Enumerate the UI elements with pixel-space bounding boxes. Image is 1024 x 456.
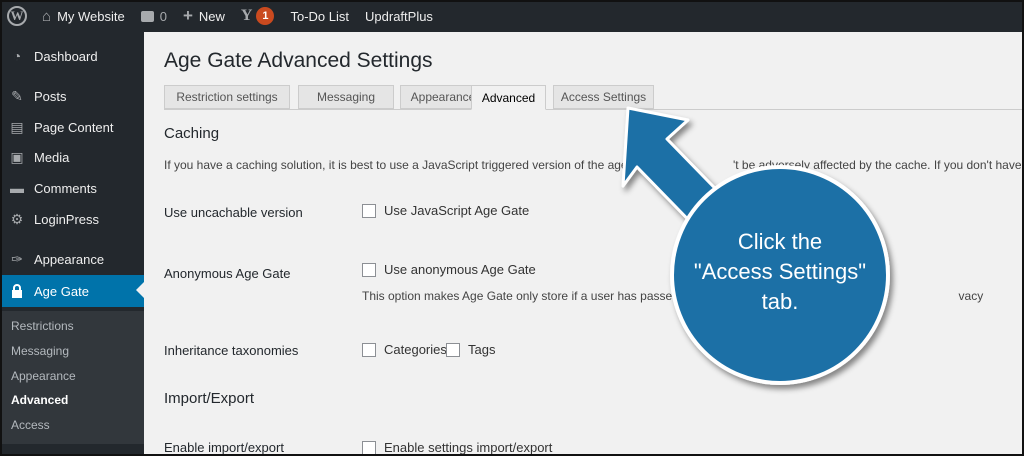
caching-description: If you have a caching solution, it is be…: [164, 158, 1024, 172]
comment-bubble-icon: [140, 10, 154, 22]
categories-option[interactable]: Categories: [362, 342, 447, 357]
anonymous-note-tail: vacy: [958, 289, 984, 303]
submenu-advanced[interactable]: Advanced: [11, 393, 68, 407]
sidebar-item-label: Dashboard: [34, 48, 98, 64]
tab-access-settings[interactable]: Access Settings: [553, 85, 654, 109]
site-name-link[interactable]: ⌂ My Website: [34, 0, 133, 32]
home-icon: ⌂: [42, 7, 52, 25]
callout-line-3: tab.: [761, 289, 799, 314]
page-icon: ▤: [10, 118, 24, 135]
enable-import-export-label: Enable import/export: [164, 440, 284, 455]
submenu-access[interactable]: Access: [11, 418, 50, 432]
taxonomies-label: Inheritance taxonomies: [164, 343, 299, 358]
yoast-menu[interactable]: Y 1: [233, 0, 283, 32]
new-content-link[interactable]: + New: [175, 0, 233, 32]
wordpress-menu[interactable]: W: [0, 0, 34, 32]
uncachable-option[interactable]: Use JavaScript Age Gate: [362, 203, 529, 218]
comments-link[interactable]: 0: [133, 0, 175, 32]
sidebar-item-label: Posts: [34, 88, 67, 104]
dashboard-icon: ◔: [12, 48, 22, 64]
sidebar-item-label: LoginPress: [34, 211, 100, 227]
brush-icon: ✑: [11, 250, 23, 267]
enable-import-export-option[interactable]: Enable settings import/export: [362, 440, 552, 455]
updraftplus-link[interactable]: UpdraftPlus: [357, 0, 441, 32]
sidebar-item-label: Age Gate: [34, 283, 89, 299]
admin-sidebar: ◔ Dashboard ✎ Posts ▤ Page Content ▣ Med…: [0, 32, 144, 456]
tab-advanced[interactable]: Advanced: [471, 85, 546, 110]
comment-icon: ▬: [10, 180, 24, 196]
sidebar-item-media[interactable]: ▣ Media: [0, 142, 144, 172]
enable-import-export-option-label: Enable settings import/export: [384, 440, 553, 455]
todo-label: To-Do List: [290, 8, 350, 24]
uncachable-checkbox[interactable]: [362, 203, 376, 218]
site-name: My Website: [57, 8, 125, 24]
categories-option-label: Categories: [384, 342, 447, 357]
callout-text: Click the "Access Settings" tab.: [672, 227, 888, 317]
sidebar-item-label: Comments: [34, 180, 97, 196]
categories-checkbox[interactable]: [362, 342, 376, 357]
sidebar-item-dashboard[interactable]: ◔ Dashboard: [0, 41, 144, 71]
todo-list-link[interactable]: To-Do List: [282, 0, 357, 32]
sidebar-item-label: Media: [34, 149, 70, 165]
callout-line-2: "Access Settings": [693, 259, 867, 284]
caching-section-title: Caching: [164, 125, 220, 142]
anonymous-option[interactable]: Use anonymous Age Gate: [362, 262, 536, 277]
sidebar-item-label: Appearance: [34, 251, 105, 267]
age-gate-submenu: Restrictions Messaging Appearance Advanc…: [0, 311, 144, 444]
gear-icon: ⚙: [10, 210, 24, 227]
submenu-messaging[interactable]: Messaging: [11, 344, 69, 358]
active-menu-arrow: [136, 282, 144, 298]
anonymous-option-label: Use anonymous Age Gate: [384, 262, 536, 277]
uncachable-option-label: Use JavaScript Age Gate: [384, 203, 530, 218]
anonymous-checkbox[interactable]: [362, 262, 376, 277]
sidebar-item-comments[interactable]: ▬ Comments: [0, 173, 144, 203]
tab-messaging[interactable]: Messaging: [298, 85, 394, 109]
plus-icon: +: [182, 6, 193, 25]
wordpress-logo-icon: W: [7, 6, 27, 26]
notification-badge: 1: [256, 7, 275, 25]
uncachable-label: Use uncachable version: [164, 205, 303, 220]
sidebar-item-label: Page Content: [34, 119, 114, 135]
lock-icon: [8, 282, 26, 300]
yoast-seo-icon: Y: [240, 7, 253, 24]
updraft-label: UpdraftPlus: [365, 8, 433, 24]
tags-option-label: Tags: [468, 342, 496, 357]
sidebar-item-page-content[interactable]: ▤ Page Content: [0, 112, 144, 142]
caching-description-tail: 't be adversely affected by the cache. I…: [732, 158, 1024, 172]
comments-count: 0: [159, 8, 167, 24]
enable-import-export-checkbox[interactable]: [362, 440, 376, 455]
sidebar-item-age-gate[interactable]: Age Gate: [0, 275, 144, 307]
tab-restriction-settings[interactable]: Restriction settings: [164, 85, 290, 109]
tags-option[interactable]: Tags: [446, 342, 495, 357]
tab-divider: [164, 109, 1024, 110]
page-title: Age Gate Advanced Settings: [164, 49, 433, 72]
callout-line-1: Click the: [737, 229, 823, 254]
media-icon: ▣: [10, 148, 24, 165]
anonymous-note-text: This option makes Age Gate only store if…: [362, 289, 686, 303]
submenu-restrictions[interactable]: Restrictions: [11, 319, 74, 333]
anonymous-label: Anonymous Age Gate: [164, 266, 291, 281]
admin-bar: W ⌂ My Website 0 + New Y 1 To-Do List Up…: [0, 0, 1024, 32]
tags-checkbox[interactable]: [446, 342, 460, 357]
new-label: New: [198, 8, 225, 24]
sidebar-item-loginpress[interactable]: ⚙ LoginPress: [0, 204, 144, 234]
import-export-section-title: Import/Export: [164, 390, 255, 407]
sidebar-item-posts[interactable]: ✎ Posts: [0, 81, 144, 111]
pin-icon: ✎: [11, 87, 23, 104]
caching-description-text: If you have a caching solution, it is be…: [164, 158, 677, 172]
nav-tabs: Restriction settings Messaging Appearanc…: [164, 85, 1024, 110]
sidebar-item-appearance[interactable]: ✑ Appearance: [0, 244, 144, 274]
main-content: Age Gate Advanced Settings Restriction s…: [144, 32, 1024, 456]
submenu-appearance[interactable]: Appearance: [11, 369, 76, 383]
